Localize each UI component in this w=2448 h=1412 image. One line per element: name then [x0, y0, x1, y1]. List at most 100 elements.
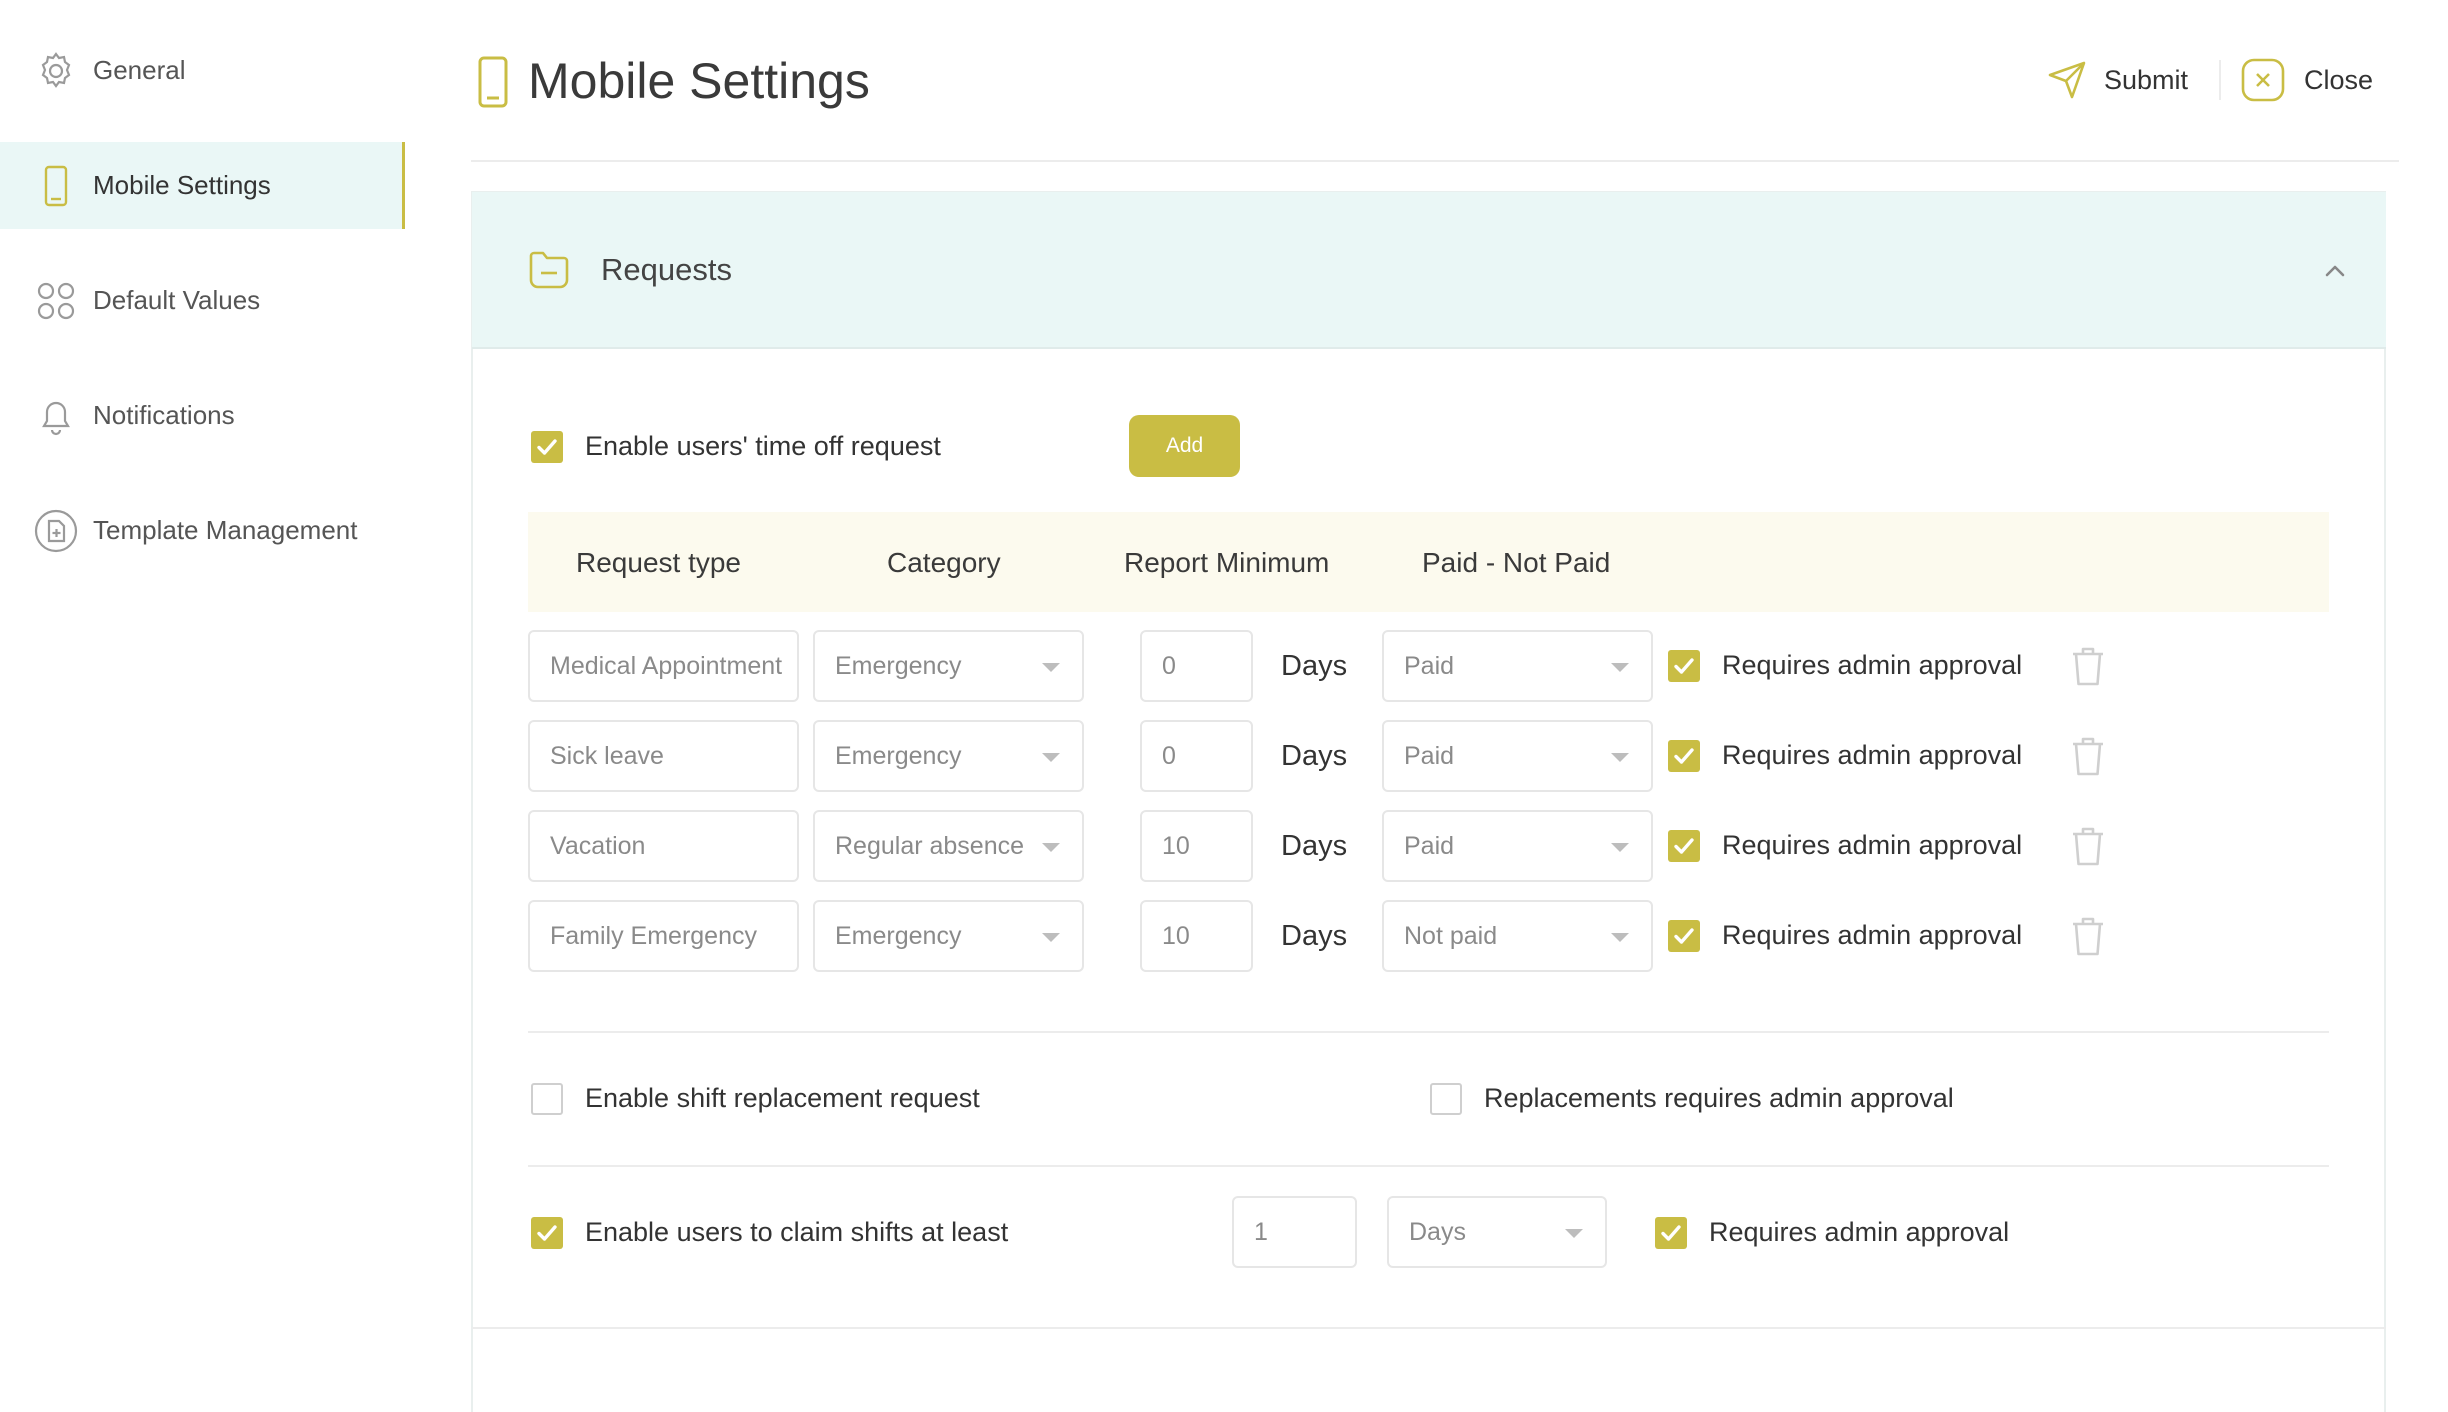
column-header-request-type: Request type — [576, 547, 741, 578]
chevron-down-icon — [1611, 933, 1629, 942]
send-icon — [2046, 59, 2088, 101]
chevron-down-icon — [1042, 843, 1060, 852]
divider — [528, 1031, 2329, 1033]
approval-label: Requires admin approval — [1722, 650, 2023, 680]
chevron-down-icon — [1611, 753, 1629, 762]
close-icon — [2240, 57, 2286, 103]
chevron-down-icon — [1611, 843, 1629, 852]
sidebar-item-label: General — [93, 55, 186, 85]
minimum-input[interactable]: 10 — [1140, 810, 1253, 882]
close-button[interactable]: Close — [2240, 56, 2373, 104]
replacement-approval-label: Replacements requires admin approval — [1484, 1083, 1954, 1113]
submit-button[interactable]: Submit — [2046, 56, 2188, 104]
submit-label: Submit — [2104, 64, 2189, 95]
requests-card-header[interactable] — [472, 192, 2386, 349]
paid-select[interactable]: Not paid — [1382, 900, 1653, 972]
time-off-label: Enable users' time off request — [585, 431, 941, 461]
divider — [528, 1165, 2329, 1167]
trash-icon[interactable] — [2068, 914, 2108, 958]
sidebar-item-label: Mobile Settings — [93, 170, 271, 200]
days-label: Days — [1281, 650, 1348, 682]
sidebar-item-mobile-settings[interactable]: Mobile Settings — [0, 142, 405, 229]
header-button-divider — [2219, 60, 2221, 100]
chevron-down-icon — [1042, 753, 1060, 762]
claim-shifts-checkbox[interactable] — [531, 1217, 563, 1249]
trash-icon[interactable] — [2068, 824, 2108, 868]
claim-approval-checkbox[interactable] — [1655, 1217, 1687, 1249]
category-select[interactable]: Regular absence — [813, 810, 1084, 882]
chevron-down-icon — [1042, 933, 1060, 942]
sidebar-item-general[interactable]: General — [0, 27, 402, 114]
sidebar-item-label: Notifications — [93, 400, 235, 430]
claim-shifts-unit-value: Days — [1409, 1217, 1466, 1246]
chevron-down-icon — [1611, 663, 1629, 672]
category-select[interactable]: Emergency — [813, 630, 1084, 702]
minimum-input[interactable]: 0 — [1140, 720, 1253, 792]
paid-value: Paid — [1404, 651, 1455, 680]
category-value: Emergency — [835, 651, 962, 680]
claim-shifts-label: Enable users to claim shifts at least — [585, 1217, 1009, 1247]
request-type-input[interactable]: Medical Appointment — [528, 630, 799, 702]
paid-select[interactable]: Paid — [1382, 630, 1653, 702]
category-value: Regular absence — [835, 831, 1025, 860]
chevron-down-icon — [1042, 663, 1060, 672]
request-type-input[interactable]: Sick leave — [528, 720, 799, 792]
approval-checkbox[interactable] — [1668, 830, 1700, 862]
chevron-down-icon — [1565, 1229, 1583, 1238]
paid-value: Paid — [1404, 741, 1455, 770]
approval-label: Requires admin approval — [1722, 920, 2023, 950]
replacement-approval-checkbox[interactable] — [1430, 1083, 1462, 1115]
sidebar-item-default-values[interactable]: Default Values — [0, 257, 402, 344]
divider — [472, 1327, 2386, 1329]
days-label: Days — [1281, 830, 1348, 862]
sidebar-item-notifications[interactable]: Notifications — [0, 372, 402, 459]
column-header-category: Category — [887, 547, 1001, 578]
category-select[interactable]: Emergency — [813, 900, 1084, 972]
bell-icon — [34, 394, 78, 438]
add-request-button[interactable]: Add — [1129, 415, 1240, 477]
column-header-paid: Paid - Not Paid — [1422, 547, 1611, 578]
sidebar-item-template-management[interactable]: Template Management — [0, 487, 402, 574]
time-off-checkbox[interactable] — [531, 431, 563, 463]
paid-value: Paid — [1404, 831, 1455, 860]
minimum-input[interactable]: 0 — [1140, 630, 1253, 702]
chevron-up-icon[interactable] — [2322, 258, 2348, 284]
grid-icon — [34, 279, 78, 323]
close-label: Close — [2304, 64, 2374, 95]
category-select[interactable]: Emergency — [813, 720, 1084, 792]
shift-replacement-checkbox[interactable] — [531, 1083, 563, 1115]
sidebar-item-label: Template Management — [93, 515, 358, 545]
header-divider — [471, 160, 2399, 162]
paid-select[interactable]: Paid — [1382, 810, 1653, 882]
paid-value: Not paid — [1404, 921, 1498, 950]
approval-label: Requires admin approval — [1722, 740, 2023, 770]
trash-icon[interactable] — [2068, 644, 2108, 688]
sidebar: General Mobile Settings Default Values N… — [0, 0, 405, 1412]
shift-replacement-label: Enable shift replacement request — [585, 1083, 980, 1113]
approval-label: Requires admin approval — [1722, 830, 2023, 860]
approval-checkbox[interactable] — [1668, 740, 1700, 772]
document-icon — [34, 509, 78, 553]
minimum-input[interactable]: 10 — [1140, 900, 1253, 972]
section-title: Requests — [601, 252, 732, 287]
request-type-input[interactable]: Vacation — [528, 810, 799, 882]
claim-approval-label: Requires admin approval — [1709, 1217, 2010, 1247]
mobile-icon — [471, 54, 515, 110]
category-value: Emergency — [835, 741, 962, 770]
days-label: Days — [1281, 920, 1348, 952]
category-value: Emergency — [835, 921, 962, 950]
claim-shifts-value-input[interactable]: 1 — [1232, 1196, 1357, 1268]
claim-shifts-unit-select[interactable]: Days — [1387, 1196, 1607, 1268]
request-type-input[interactable]: Family Emergency — [528, 900, 799, 972]
column-header-report-minimum: Report Minimum — [1124, 547, 1330, 578]
mobile-icon — [34, 164, 78, 208]
approval-checkbox[interactable] — [1668, 920, 1700, 952]
days-label: Days — [1281, 740, 1348, 772]
approval-checkbox[interactable] — [1668, 650, 1700, 682]
trash-icon[interactable] — [2068, 734, 2108, 778]
sidebar-item-label: Default Values — [93, 285, 261, 315]
paid-select[interactable]: Paid — [1382, 720, 1653, 792]
gear-icon — [34, 49, 78, 93]
folder-icon — [527, 246, 571, 290]
page-title: Mobile Settings — [528, 53, 870, 109]
